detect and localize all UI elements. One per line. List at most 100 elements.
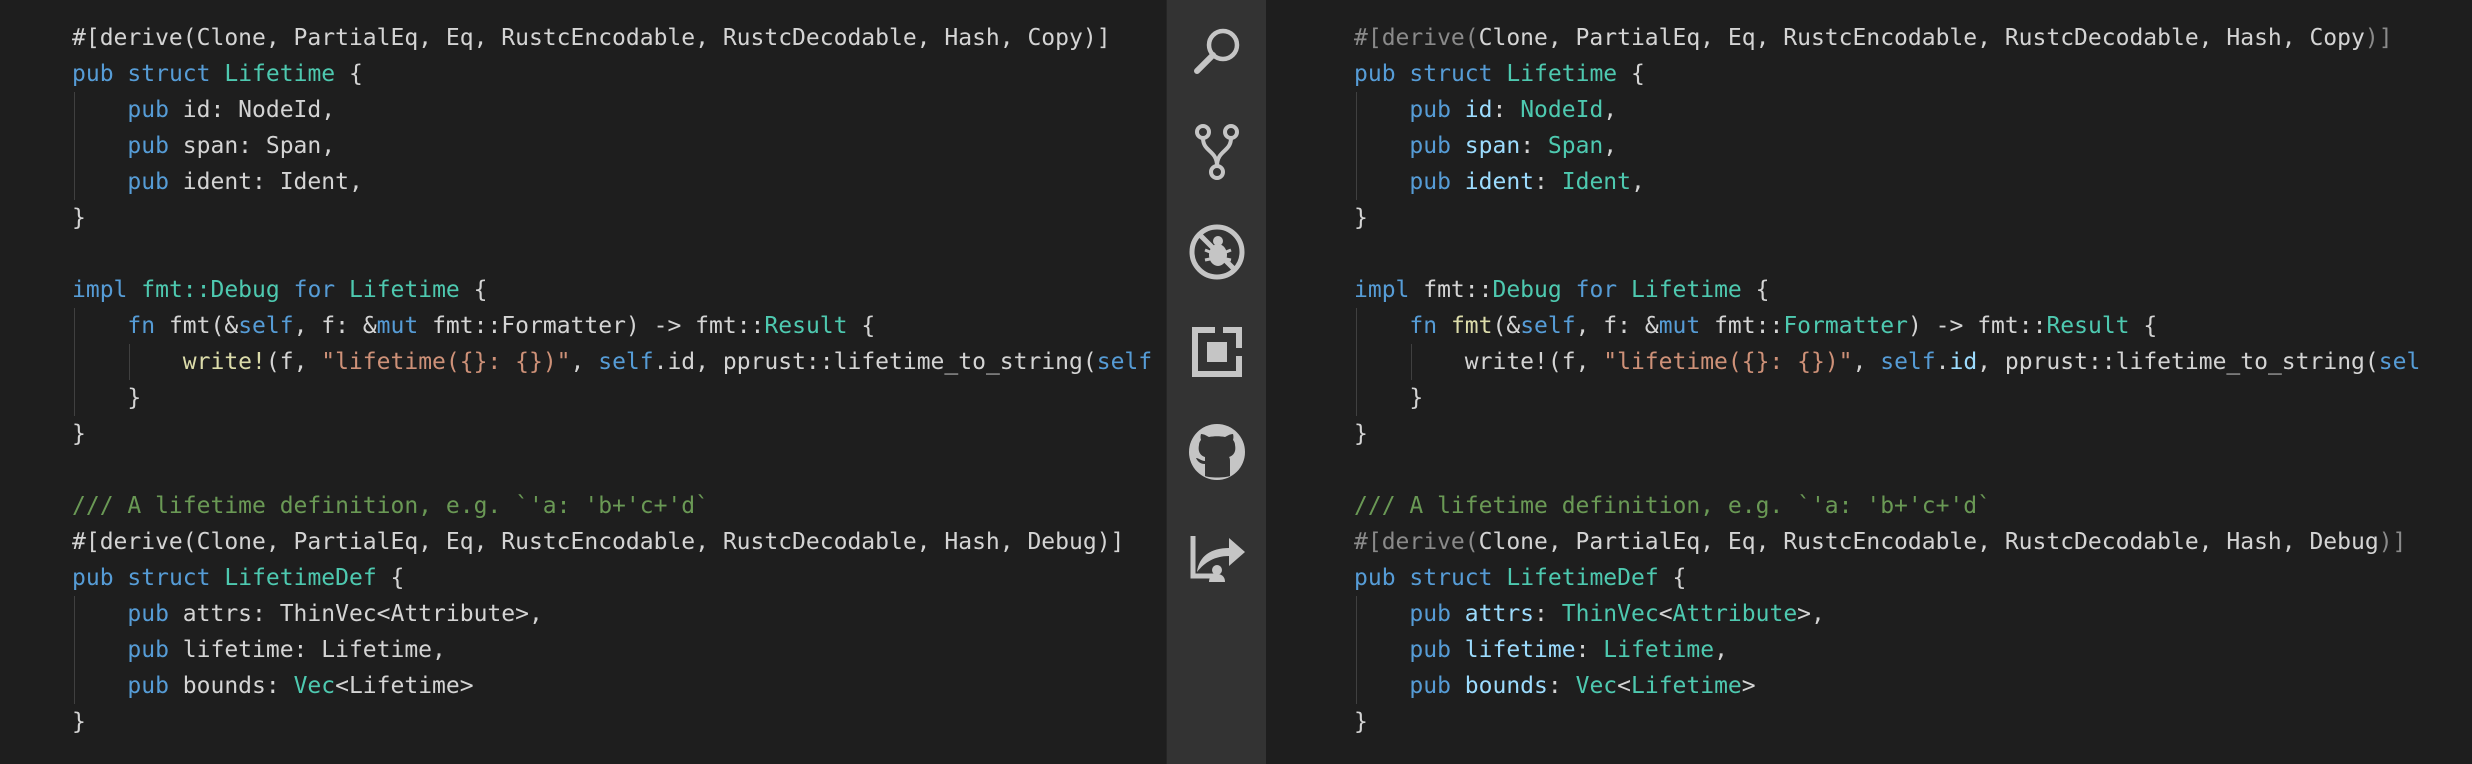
code-token: { (376, 565, 405, 591)
code-line[interactable]: pub span: Span, (1354, 128, 2420, 164)
code-line[interactable]: pub id: NodeId, (1354, 92, 2420, 128)
code-line[interactable]: impl fmt::Debug for Lifetime { (1354, 272, 2420, 308)
indent-guide (74, 596, 75, 632)
code-line[interactable]: } (1354, 416, 2420, 452)
code-token: #[derive( (1354, 25, 1479, 51)
live-share-icon[interactable] (1185, 520, 1249, 584)
source-control-icon[interactable] (1185, 120, 1249, 184)
code-token: ident: Ident, (168, 169, 363, 195)
code-area-left[interactable]: #[derive(Clone, PartialEq, Eq, RustcEnco… (72, 20, 1152, 740)
code-token: span (1464, 133, 1521, 159)
code-token: { (459, 277, 488, 303)
code-token: Lifetime (349, 277, 460, 303)
indent-guide (1356, 380, 1357, 416)
code-line[interactable]: pub attrs: ThinVec<Attribute>, (1354, 596, 2420, 632)
code-line[interactable]: pub id: NodeId, (72, 92, 1152, 128)
code-token: self (1880, 349, 1936, 375)
code-line[interactable]: pub span: Span, (72, 128, 1152, 164)
code-line[interactable]: impl fmt::Debug for Lifetime { (72, 272, 1152, 308)
code-line[interactable]: write!(f, "lifetime({}: {})", self.id, p… (1354, 344, 2420, 380)
code-line[interactable]: /// A lifetime definition, e.g. `'a: 'b+… (72, 488, 1152, 524)
code-token: /// A lifetime definition, e.g. `'a: 'b+… (1354, 493, 1991, 519)
code-token: #[derive( (1354, 529, 1479, 555)
code-token: Clone, PartialEq, Eq, RustcEncodable, Ru… (1478, 529, 2379, 555)
code-line[interactable]: ​ (72, 452, 1152, 488)
code-token: pub (127, 673, 169, 699)
code-line[interactable]: pub struct LifetimeDef { (72, 560, 1152, 596)
code-token: struct (1409, 61, 1493, 87)
code-token: Result (2046, 313, 2130, 339)
indent-guide (74, 308, 75, 344)
editor-right[interactable]: #[derive(Clone, PartialEq, Eq, RustcEnco… (1266, 0, 2472, 764)
code-token: Clone, PartialEq, Eq, RustcEncodable, Ru… (1478, 25, 2365, 51)
code-line[interactable]: fn fmt(&self, f: &mut fmt::Formatter) ->… (72, 308, 1152, 344)
code-line[interactable]: } (72, 416, 1152, 452)
code-area-right[interactable]: #[derive(Clone, PartialEq, Eq, RustcEnco… (1354, 20, 2420, 740)
code-token: Vec (1575, 673, 1618, 699)
code-line[interactable]: } (72, 704, 1152, 740)
code-token: pub (1409, 601, 1451, 627)
code-line[interactable]: pub struct Lifetime { (72, 56, 1152, 92)
indent-guide (74, 164, 75, 200)
code-line[interactable]: } (72, 200, 1152, 236)
code-line[interactable]: pub ident: Ident, (1354, 164, 2420, 200)
code-line[interactable]: #[derive(Clone, PartialEq, Eq, RustcEnco… (72, 20, 1152, 56)
code-token: fmt::Formatter) -> fmt:: (418, 313, 765, 339)
code-line[interactable]: write!(f, "lifetime({}: {})", self.id, p… (72, 344, 1152, 380)
code-line[interactable]: #[derive(Clone, PartialEq, Eq, RustcEnco… (1354, 20, 2420, 56)
code-line[interactable]: } (72, 380, 1152, 416)
code-line[interactable]: ​ (1354, 236, 2420, 272)
code-token: pub (127, 133, 169, 159)
code-token: Formatter (1783, 313, 1908, 339)
code-token: pub (127, 169, 169, 195)
code-token: > (1741, 673, 1756, 699)
code-line[interactable]: pub attrs: ThinVec<Attribute>, (72, 596, 1152, 632)
code-token: LifetimeDef (1506, 565, 1659, 591)
editor-left[interactable]: #[derive(Clone, PartialEq, Eq, RustcEnco… (0, 0, 1166, 764)
code-line[interactable]: pub struct LifetimeDef { (1354, 560, 2420, 596)
code-token: } (72, 421, 86, 447)
code-line[interactable]: pub struct Lifetime { (1354, 56, 2420, 92)
code-line[interactable]: pub lifetime: Lifetime, (72, 632, 1152, 668)
debug-icon[interactable] (1185, 220, 1249, 284)
code-token: pub (1409, 169, 1451, 195)
code-line[interactable]: pub ident: Ident, (72, 164, 1152, 200)
code-line[interactable]: } (1354, 704, 2420, 740)
code-line[interactable]: ​ (1354, 452, 2420, 488)
code-line[interactable]: #[derive(Clone, PartialEq, Eq, RustcEnco… (1354, 524, 2420, 560)
code-line[interactable]: ​ (72, 236, 1152, 272)
code-token: , (1714, 637, 1728, 663)
code-token: { (1658, 565, 1687, 591)
search-icon[interactable] (1185, 20, 1249, 84)
code-line[interactable]: pub bounds: Vec<Lifetime> (1354, 668, 2420, 704)
code-token: { (2129, 313, 2158, 339)
code-line[interactable]: } (1354, 380, 2420, 416)
code-token: pub (1354, 565, 1396, 591)
code-token: ThinVec (1561, 601, 1659, 627)
github-icon[interactable] (1185, 420, 1249, 484)
extensions-icon[interactable] (1185, 320, 1249, 384)
code-token: : (1534, 169, 1562, 195)
code-line[interactable]: /// A lifetime definition, e.g. `'a: 'b+… (1354, 488, 2420, 524)
code-line[interactable]: #[derive(Clone, PartialEq, Eq, RustcEnco… (72, 524, 1152, 560)
indent-guide (1356, 92, 1357, 128)
code-line[interactable]: pub lifetime: Lifetime, (1354, 632, 2420, 668)
code-token: Lifetime (1506, 61, 1618, 87)
code-token: for (1575, 277, 1618, 303)
code-line[interactable]: } (1354, 200, 2420, 236)
code-line[interactable]: pub bounds: Vec<Lifetime> (72, 668, 1152, 704)
code-line[interactable]: fn fmt(&self, f: &mut fmt::Formatter) ->… (1354, 308, 2420, 344)
code-token: : (1547, 673, 1576, 699)
